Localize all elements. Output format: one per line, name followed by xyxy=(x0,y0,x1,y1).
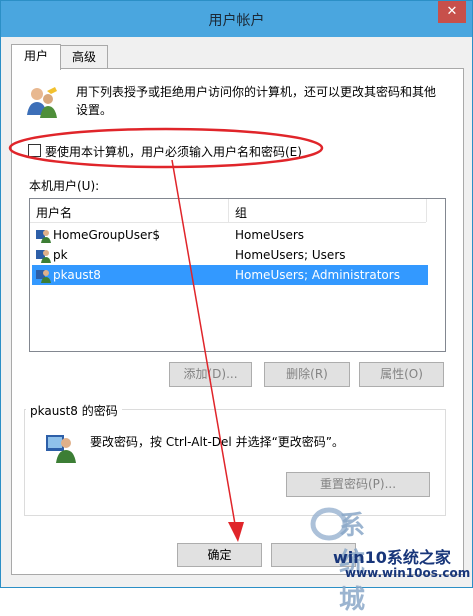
list-header-filler xyxy=(426,199,446,222)
user-group-cell: HomeUsers xyxy=(235,228,305,242)
user-name-cell: HomeGroupUser$ xyxy=(53,228,160,242)
users-list-label: 本机用户(U): xyxy=(29,179,100,193)
user-icon xyxy=(36,230,51,243)
password-instructions: 要改密码，按 Ctrl-Alt-Del 并选择“更改密码”。 xyxy=(90,435,345,449)
watermark-site-name: win10系统之家 xyxy=(333,548,451,567)
users-icon xyxy=(27,87,57,118)
window-title: 用户帐户 xyxy=(208,13,265,29)
list-header: 用户名 组 xyxy=(30,199,426,223)
ok-button[interactable]: 确定 xyxy=(177,543,262,567)
table-row[interactable]: HomeGroupUser$ HomeUsers xyxy=(32,225,428,245)
reset-password-button[interactable]: 重置密码(P)... xyxy=(286,472,430,497)
password-group-title: pkaust8 的密码 xyxy=(26,402,122,419)
table-row-selected[interactable]: pkaust8 HomeUsers; Administrators xyxy=(32,265,428,285)
add-user-button[interactable]: 添加(D)... xyxy=(169,362,252,387)
column-header-group[interactable]: 组 xyxy=(235,204,247,221)
title-bar[interactable]: 用户帐户 ✕ xyxy=(1,1,472,37)
require-login-label[interactable]: 要使用本计算机，用户必须输入用户名和密码(E) xyxy=(45,143,302,160)
require-login-checkbox[interactable] xyxy=(28,144,41,157)
close-button[interactable]: ✕ xyxy=(438,1,466,23)
user-icon xyxy=(36,270,51,283)
user-name-cell: pkaust8 xyxy=(53,268,101,282)
description-text: 用下列表授予或拒绝用户访问你的计算机，还可以更改其密码和其他设置。 xyxy=(76,85,437,117)
user-group-cell: HomeUsers; Administrators xyxy=(235,268,400,282)
tab-users[interactable]: 用户 xyxy=(11,44,61,70)
tab-panel-users: 用下列表授予或拒绝用户访问你的计算机，还可以更改其密码和其他设置。 要使用本计算… xyxy=(11,68,464,575)
users-list[interactable]: 用户名 组 HomeGroupUser$ HomeUsers pk HomeUs… xyxy=(29,198,446,352)
user-icon xyxy=(36,250,51,263)
user-name-cell: pk xyxy=(53,248,68,262)
table-row[interactable]: pk HomeUsers; Users xyxy=(32,245,428,265)
column-header-username[interactable]: 用户名 xyxy=(36,204,72,221)
user-group-cell: HomeUsers; Users xyxy=(235,248,346,262)
tab-advanced[interactable]: 高级 xyxy=(60,45,108,69)
watermark-logo-icon xyxy=(310,507,348,541)
properties-button[interactable]: 属性(O) xyxy=(359,362,444,387)
user-password-icon xyxy=(46,435,76,463)
remove-user-button[interactable]: 删除(R) xyxy=(264,362,350,387)
column-divider[interactable] xyxy=(228,199,229,222)
watermark-url: www.win10os.com xyxy=(345,566,471,580)
